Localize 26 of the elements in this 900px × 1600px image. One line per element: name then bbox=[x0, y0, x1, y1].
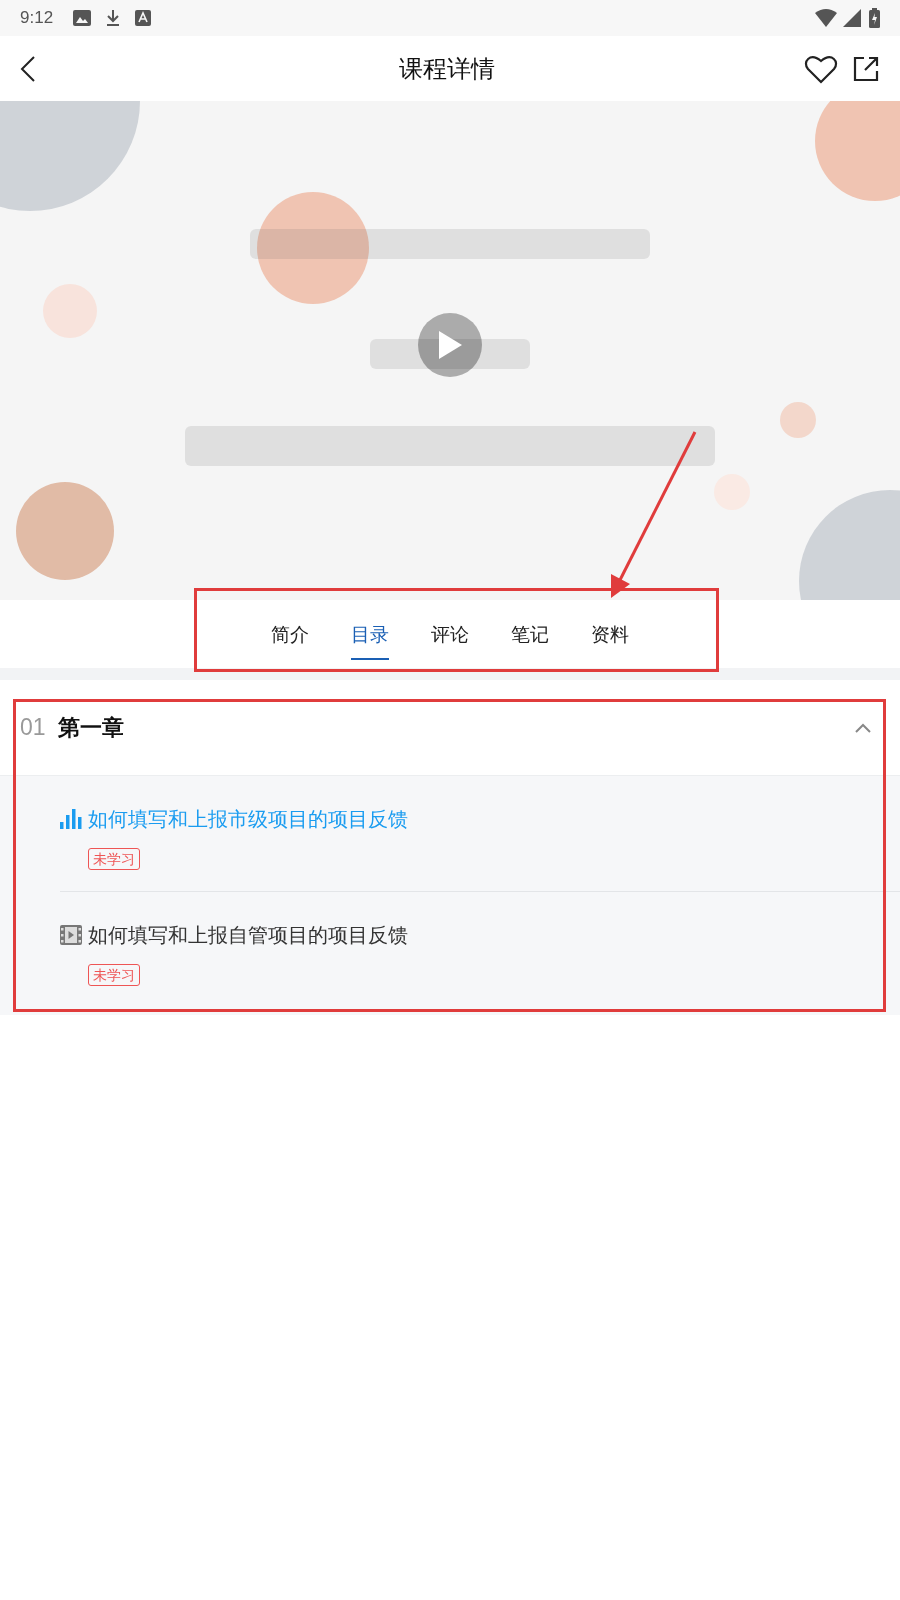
download-icon bbox=[105, 9, 122, 27]
status-tag: 未学习 bbox=[88, 964, 140, 986]
tab[interactable]: 评论 bbox=[431, 600, 469, 668]
share-icon[interactable] bbox=[852, 54, 880, 83]
signal-icon bbox=[843, 9, 861, 27]
bars-icon bbox=[60, 809, 82, 829]
battery-icon bbox=[869, 8, 880, 28]
play-icon bbox=[437, 330, 463, 360]
tab[interactable]: 资料 bbox=[591, 600, 629, 668]
back-icon[interactable] bbox=[20, 54, 36, 83]
wifi-icon bbox=[815, 9, 837, 27]
tab[interactable]: 笔记 bbox=[511, 600, 549, 668]
lesson-title: 如何填写和上报自管项目的项目反馈 bbox=[88, 922, 408, 949]
tab[interactable]: 简介 bbox=[271, 600, 309, 668]
chapter-number: 01 bbox=[20, 713, 46, 743]
image-icon bbox=[73, 10, 92, 26]
lesson-title: 如何填写和上报市级项目的项目反馈 bbox=[88, 806, 408, 833]
chevron-icon[interactable] bbox=[854, 721, 872, 734]
page-title: 课程详情 bbox=[399, 53, 495, 85]
lesson-item[interactable]: 如何填写和上报自管项目的项目反馈 未学习 bbox=[60, 892, 900, 1007]
text-app-icon bbox=[135, 10, 152, 26]
status-tag: 未学习 bbox=[88, 848, 140, 870]
status-time: 9:12 bbox=[20, 7, 54, 30]
tab[interactable]: 目录 bbox=[351, 600, 389, 668]
film-icon bbox=[60, 925, 82, 945]
chapter-title: 第一章 bbox=[57, 714, 124, 742]
